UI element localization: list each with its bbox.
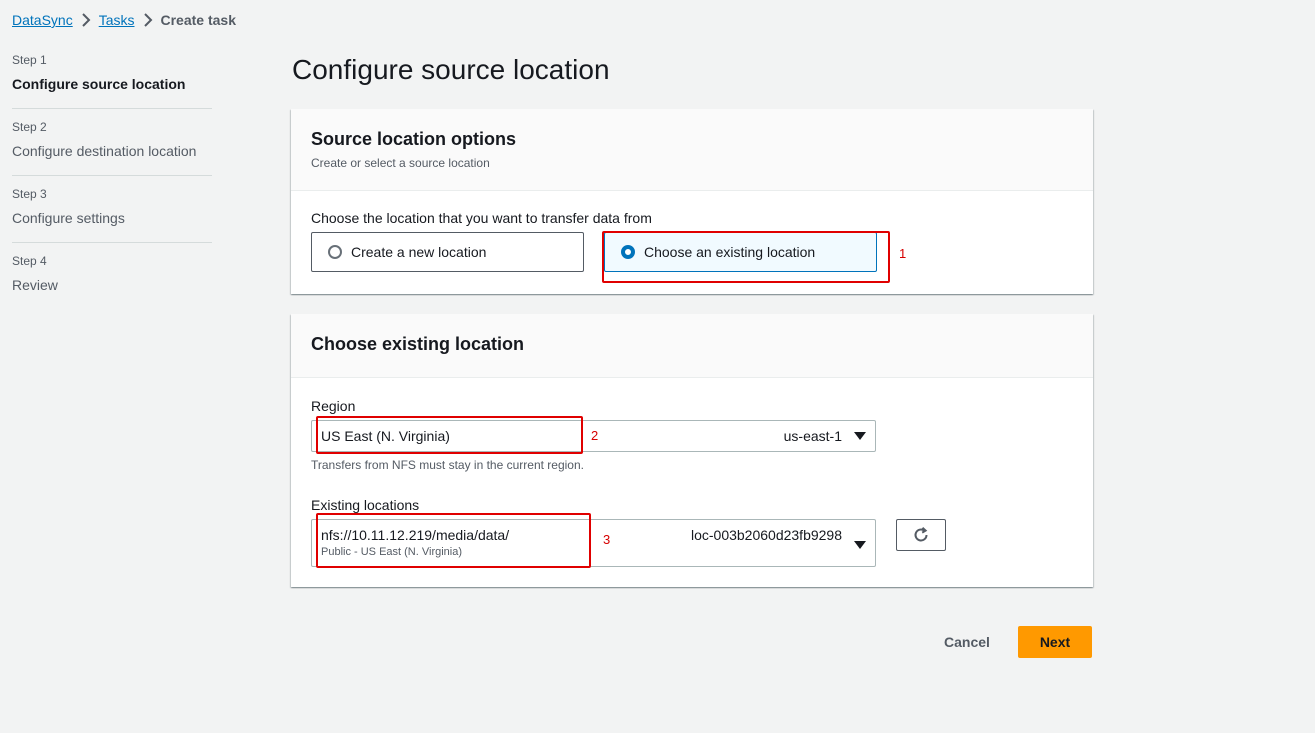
tile-label: Choose an existing location [644, 244, 816, 260]
breadcrumb: DataSync Tasks Create task [12, 12, 236, 28]
annotation-label: 3 [603, 532, 611, 547]
choose-existing-location-tile[interactable]: Choose an existing location [604, 232, 877, 272]
cancel-button[interactable]: Cancel [932, 630, 1002, 654]
step-title: Configure destination location [12, 143, 197, 159]
create-new-location-tile[interactable]: Create a new location [311, 232, 584, 272]
panel-title: Source location options [311, 129, 517, 149]
location-option: nfs://10.11.12.219/media/data/ Public - … [321, 527, 691, 558]
step-4: Step 4 Review [12, 253, 212, 309]
source-location-options-panel: Source location options Create or select… [291, 109, 1093, 294]
existing-locations-select[interactable]: nfs://10.11.12.219/media/data/ Public - … [311, 519, 876, 567]
step-number: Step 4 [12, 254, 47, 268]
refresh-locations-button[interactable] [896, 519, 946, 551]
location-choice-tiles: Create a new location Choose an existing… [311, 232, 1073, 272]
region-hint: Transfers from NFS must stay in the curr… [311, 458, 584, 472]
panel-header: Source location options Create or select… [291, 109, 1093, 191]
next-button[interactable]: Next [1018, 626, 1092, 658]
annotation-label: 1 [899, 246, 907, 261]
page-title: Configure source location [292, 54, 610, 85]
panel-body: Choose the location that you want to tra… [291, 191, 1093, 272]
step-title: Configure settings [12, 210, 125, 226]
region-value: US East (N. Virginia) [321, 428, 450, 444]
panel-body: Region US East (N. Virginia) us-east-1 T… [291, 378, 1093, 567]
tile-label: Create a new location [351, 244, 487, 260]
step-number: Step 2 [12, 120, 47, 134]
radio-unchecked-icon[interactable] [328, 245, 342, 259]
step-2: Step 2 Configure destination location [12, 119, 212, 176]
panel-title: Choose existing location [311, 334, 525, 354]
location-choice-label: Choose the location that you want to tra… [311, 210, 652, 226]
location-subtitle: Public - US East (N. Virginia) [321, 546, 463, 558]
existing-locations-label: Existing locations [311, 497, 420, 513]
panel-header: Choose existing location [291, 314, 1093, 378]
refresh-icon [914, 527, 928, 542]
chevron-right-icon [137, 13, 159, 27]
region-code: us-east-1 [783, 428, 842, 444]
step-1: Step 1 Configure source location [12, 52, 212, 109]
region-label: Region [311, 398, 356, 414]
breadcrumb-tasks[interactable]: Tasks [99, 12, 135, 28]
location-id: loc-003b2060d23fb9298 [690, 527, 842, 543]
step-3: Step 3 Configure settings [12, 186, 212, 243]
step-title: Configure source location [12, 76, 186, 92]
wizard-steps: Step 1 Configure source location Step 2 … [12, 52, 212, 319]
existing-locations-row: nfs://10.11.12.219/media/data/ Public - … [311, 519, 1073, 567]
caret-down-icon [854, 432, 866, 440]
location-path: nfs://10.11.12.219/media/data/ [321, 527, 510, 543]
step-number: Step 1 [12, 53, 47, 67]
breadcrumb-current: Create task [160, 12, 237, 28]
choose-existing-location-panel: Choose existing location Region US East … [291, 314, 1093, 587]
annotation-label: 2 [591, 428, 599, 443]
chevron-right-icon [75, 13, 97, 27]
breadcrumb-datasync[interactable]: DataSync [12, 12, 73, 28]
radio-checked-icon[interactable] [621, 245, 635, 259]
caret-down-icon [854, 541, 866, 549]
step-number: Step 3 [12, 187, 47, 201]
page: DataSync Tasks Create task Step 1 Config… [0, 0, 1315, 733]
step-title: Review [12, 277, 58, 293]
panel-description: Create or select a source location [311, 156, 490, 170]
